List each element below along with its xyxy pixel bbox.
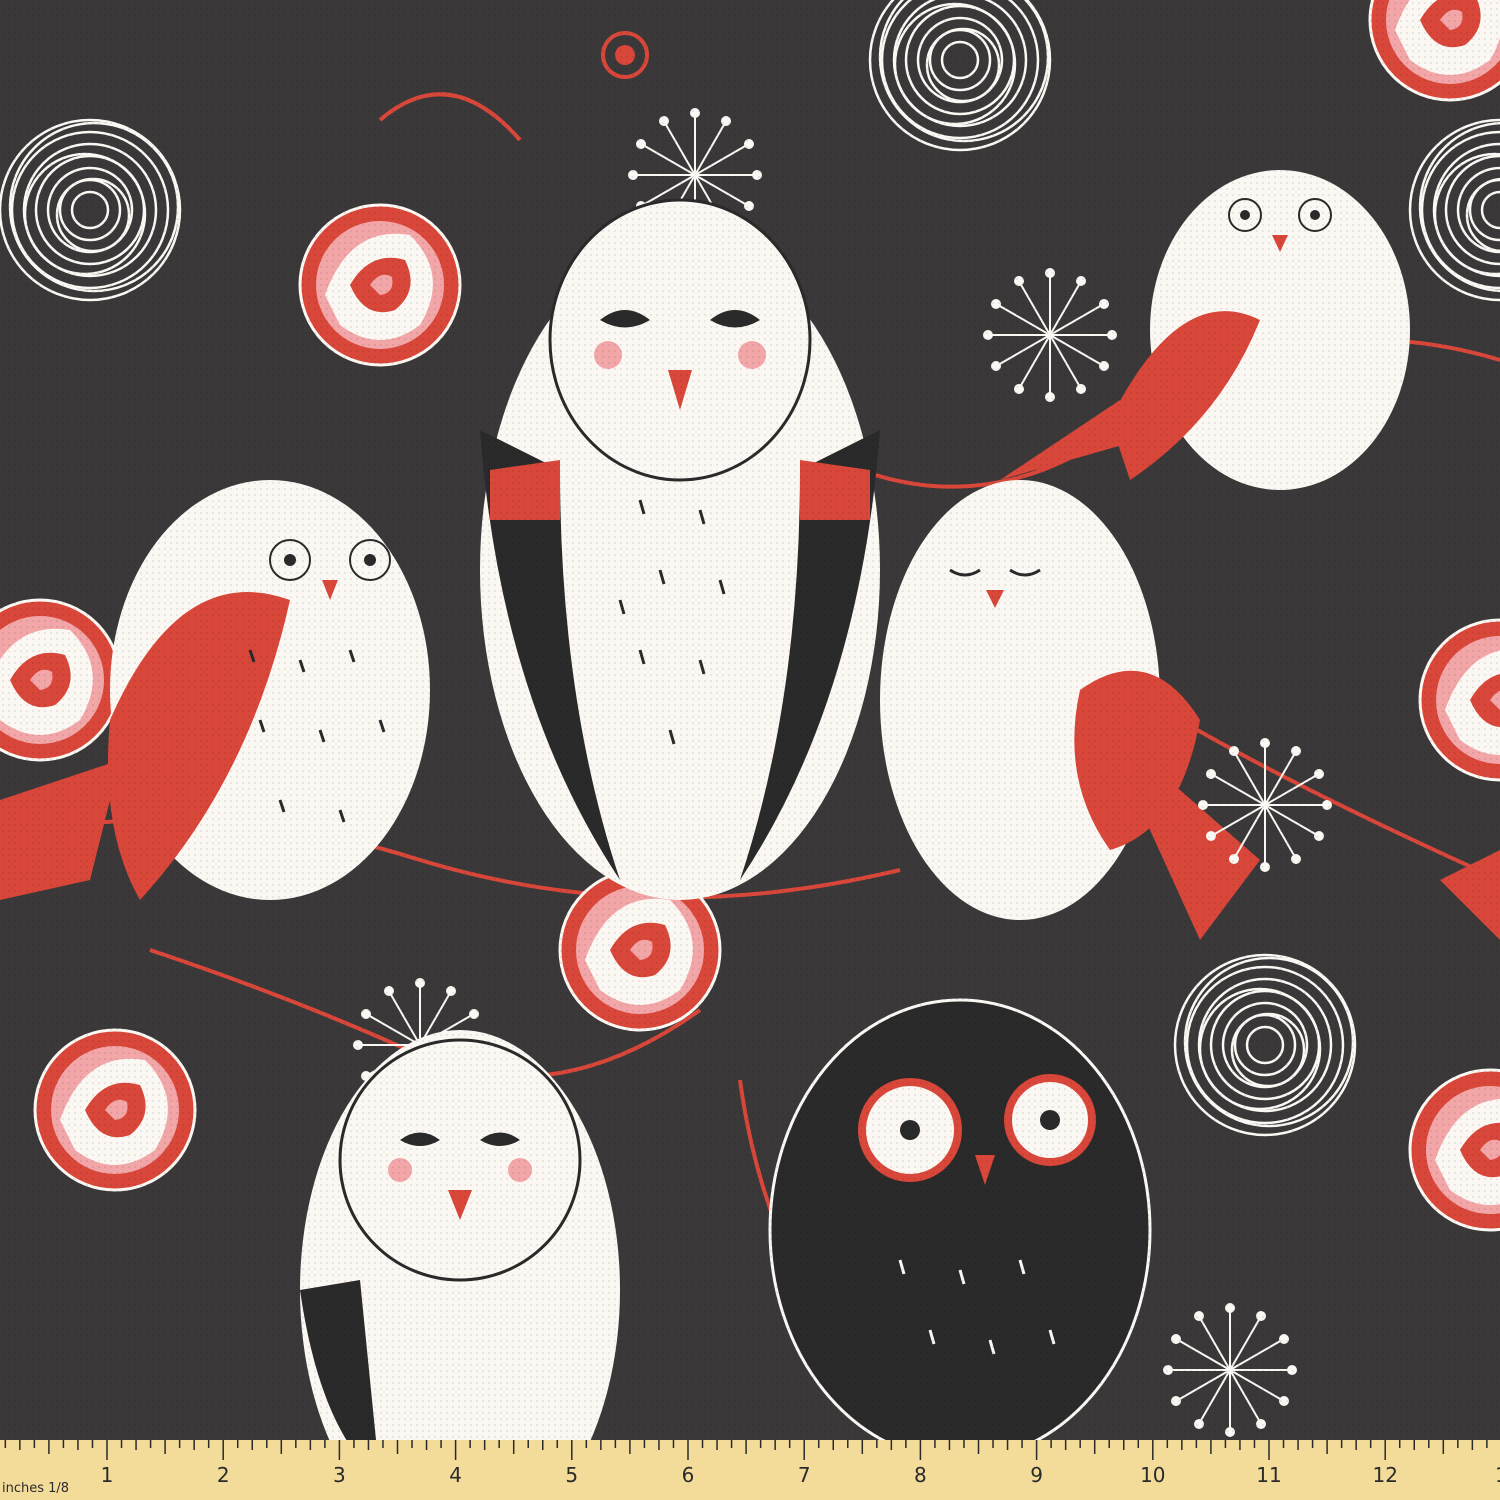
ruler-number: 1 xyxy=(1495,1463,1500,1487)
ruler-number: 9 xyxy=(1030,1463,1043,1487)
ruler-number: 8 xyxy=(914,1463,927,1487)
ruler-number: 3 xyxy=(333,1463,346,1487)
measuring-ruler: 1234567891011121 inches 1/8 xyxy=(0,1440,1500,1500)
ruler-number: 5 xyxy=(565,1463,578,1487)
ruler-number: 10 xyxy=(1140,1463,1165,1487)
ruler-number: 1 xyxy=(101,1463,114,1487)
ruler-number: 6 xyxy=(682,1463,695,1487)
ruler-unit-label: inches 1/8 xyxy=(2,1481,69,1496)
owl-pattern-artwork xyxy=(0,0,1500,1500)
ruler-number: 12 xyxy=(1372,1463,1397,1487)
ruler-number: 11 xyxy=(1256,1463,1281,1487)
ruler-number: 7 xyxy=(798,1463,811,1487)
ruler-number: 4 xyxy=(449,1463,462,1487)
ruler-number: 2 xyxy=(217,1463,230,1487)
fabric-swatch: 1234567891011121 inches 1/8 xyxy=(0,0,1500,1500)
